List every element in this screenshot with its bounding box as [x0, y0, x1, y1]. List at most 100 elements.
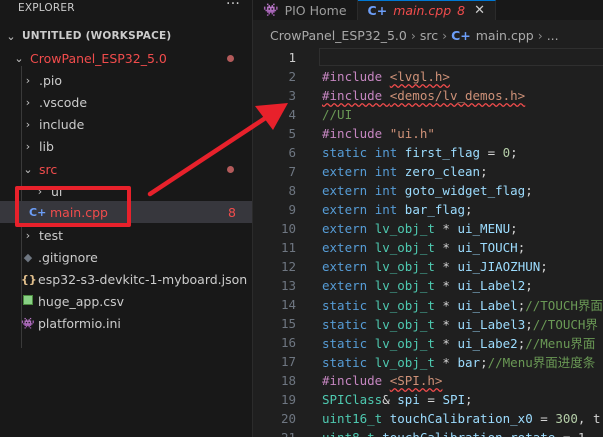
code-token: lv_obj_t: [374, 221, 435, 236]
line-number: 3: [288, 88, 296, 103]
workspace-root[interactable]: ⌄ UNTITLED (WORKSPACE): [0, 25, 252, 47]
code-line[interactable]: 5 #include "ui.h": [253, 124, 434, 143]
tree-item-label: .vscode: [39, 94, 88, 110]
explorer-header: EXPLORER ···: [0, 0, 252, 17]
tree-item-pio[interactable]: › .pio: [0, 69, 252, 91]
breadcrumb-item[interactable]: ...: [547, 28, 559, 43]
close-icon[interactable]: ✕: [474, 3, 485, 18]
chevron-right-icon: ›: [25, 73, 31, 87]
code-line[interactable]: 16 static lv_obj_t * ui_Labe2;//Menu界面: [253, 333, 595, 352]
code-token: extern: [322, 221, 375, 236]
breadcrumb-item[interactable]: CrowPanel_ESP32_5.0: [270, 28, 407, 43]
tree-item-label: platformio.ini: [38, 315, 121, 331]
code-text: #include <SPI.h>: [322, 373, 442, 388]
cpp-file-icon: C+: [451, 27, 471, 43]
csv-file-icon: [21, 294, 35, 308]
code-line[interactable]: 10 extern lv_obj_t * ui_MENU;: [253, 219, 518, 238]
code-token: extern: [322, 259, 375, 274]
code-token: extern: [322, 164, 375, 179]
code-token: *: [434, 240, 458, 255]
code-line[interactable]: 12 extern lv_obj_t * ui_JIAOZHUN;: [253, 257, 548, 276]
code-line[interactable]: 4 //UI: [253, 105, 352, 124]
tree-item-gitignore[interactable]: ◆ .gitignore: [0, 246, 252, 268]
tab-main-cpp[interactable]: C+ main.cpp 8 ✕: [357, 0, 496, 20]
code-token: ui_Label: [457, 298, 518, 313]
line-number: 21: [253, 430, 296, 437]
code-token: lv_obj_t: [374, 336, 435, 351]
problem-count-badge: 8: [228, 204, 236, 220]
code-line[interactable]: 6 static int first_flag = 0;: [253, 143, 517, 162]
code-token: int: [374, 145, 405, 160]
code-token: ;: [465, 392, 473, 407]
code-line[interactable]: 20 uint16_t touchCalibration_x0 = 300, t: [253, 409, 601, 428]
code-line[interactable]: 7 extern int zero_clean;: [253, 162, 487, 181]
project-label: CrowPanel_ESP32_5.0: [30, 50, 167, 66]
code-text: static lv_obj_t * ui_Label;//TOUCH界面: [322, 295, 603, 314]
code-token: lv_obj_t: [374, 317, 435, 332]
more-actions-icon[interactable]: ···: [226, 0, 240, 12]
tab-pio-home[interactable]: 👾 PIO Home: [253, 0, 358, 20]
code-text: extern lv_obj_t * ui_MENU;: [322, 221, 518, 236]
code-line[interactable]: 11 extern lv_obj_t * ui_TOUCH;: [253, 238, 525, 257]
code-line[interactable]: 1: [253, 48, 603, 67]
code-text: extern lv_obj_t * ui_Label2;: [322, 278, 533, 293]
code-text: SPIClass& spi = SPI;: [322, 392, 473, 407]
code-token: &: [382, 392, 398, 407]
code-token: <SPI.h>: [389, 373, 443, 388]
tree-item-vscode[interactable]: › .vscode: [0, 91, 252, 113]
tree-item-platformio-ini[interactable]: 👾 platformio.ini: [0, 312, 252, 334]
code-token: static: [322, 355, 375, 370]
code-line[interactable]: 21 uint8_t touchCalibration_rotate = 1: [253, 428, 585, 437]
highlight-box: [15, 186, 131, 227]
chevron-right-icon: ›: [537, 27, 543, 43]
problem-dot-icon: [227, 55, 234, 62]
chevron-down-icon: ⌄: [14, 51, 24, 65]
code-line[interactable]: 2 #include <lvgl.h>: [253, 67, 449, 86]
code-token: ui_JIAOZHUN: [457, 259, 541, 274]
line-number: 6: [288, 145, 296, 160]
line-number: 12: [280, 259, 296, 274]
code-token: static: [322, 317, 375, 332]
code-token: SPI: [442, 392, 466, 407]
code-token: touchCalibration_x0: [389, 411, 533, 426]
tree-item-include[interactable]: › include: [0, 113, 252, 135]
code-token: int: [374, 202, 405, 217]
project-folder[interactable]: ⌄ CrowPanel_ESP32_5.0: [0, 47, 252, 69]
tree-item-huge-app-csv[interactable]: huge_app.csv: [0, 290, 252, 312]
tree-item-lib[interactable]: › lib: [0, 135, 252, 157]
code-line[interactable]: 19 SPIClass& spi = SPI;: [253, 390, 473, 409]
code-token: //UI: [322, 107, 353, 122]
code-token: = 1: [555, 430, 586, 437]
line-number: 9: [288, 202, 296, 217]
code-line[interactable]: 17 static lv_obj_t * bar;//Menu界面进度条: [253, 352, 595, 371]
code-line[interactable]: 3 #include <demos/lv_demos.h>: [253, 86, 525, 105]
code-token: ui_TOUCH: [457, 240, 518, 255]
code-text: #include "ui.h": [322, 126, 435, 141]
code-line[interactable]: 9 extern int bar_flag;: [253, 200, 472, 219]
git-file-icon: ◆: [23, 250, 33, 264]
explorer-sidebar: EXPLORER ··· ⌄ UNTITLED (WORKSPACE) ⌄ Cr…: [0, 0, 253, 437]
breadcrumb-item[interactable]: src: [420, 28, 438, 43]
code-line[interactable]: 18 #include <SPI.h>: [253, 371, 442, 390]
code-line[interactable]: 14 static lv_obj_t * ui_Label;//TOUCH界面: [253, 295, 603, 314]
tree-item-src[interactable]: ⌄ src: [0, 158, 252, 180]
code-token: lv_obj_t: [374, 240, 435, 255]
code-editor[interactable]: 1 2 #include <lvgl.h> 3 #include <demos/lv_d…: [253, 48, 603, 437]
code-text: #include <demos/lv_demos.h>: [322, 88, 525, 103]
code-token: "ui.h": [389, 126, 435, 141]
current-line-highlight: [319, 48, 603, 66]
code-line[interactable]: 8 extern int goto_widget_flag;: [253, 181, 532, 200]
line-number: 7: [288, 164, 296, 179]
code-token: *: [434, 355, 458, 370]
code-text: //UI: [322, 107, 352, 122]
code-line[interactable]: 15 static lv_obj_t * ui_Label3;//TOUCH界: [253, 314, 598, 333]
code-token: ui_Label2: [457, 278, 526, 293]
breadcrumb-item[interactable]: main.cpp: [476, 28, 534, 43]
tree-item-label: esp32-s3-devkitc-1-myboard.json: [38, 271, 248, 287]
tree-item-test[interactable]: › test: [0, 224, 252, 246]
tree-item-board-json[interactable]: {} esp32-s3-devkitc-1-myboard.json: [0, 268, 252, 290]
tree-item-label: include: [39, 116, 85, 132]
tree-item-label: .pio: [39, 72, 63, 88]
code-line[interactable]: 13 extern lv_obj_t * ui_Label2;: [253, 276, 533, 295]
code-token: int: [374, 164, 405, 179]
